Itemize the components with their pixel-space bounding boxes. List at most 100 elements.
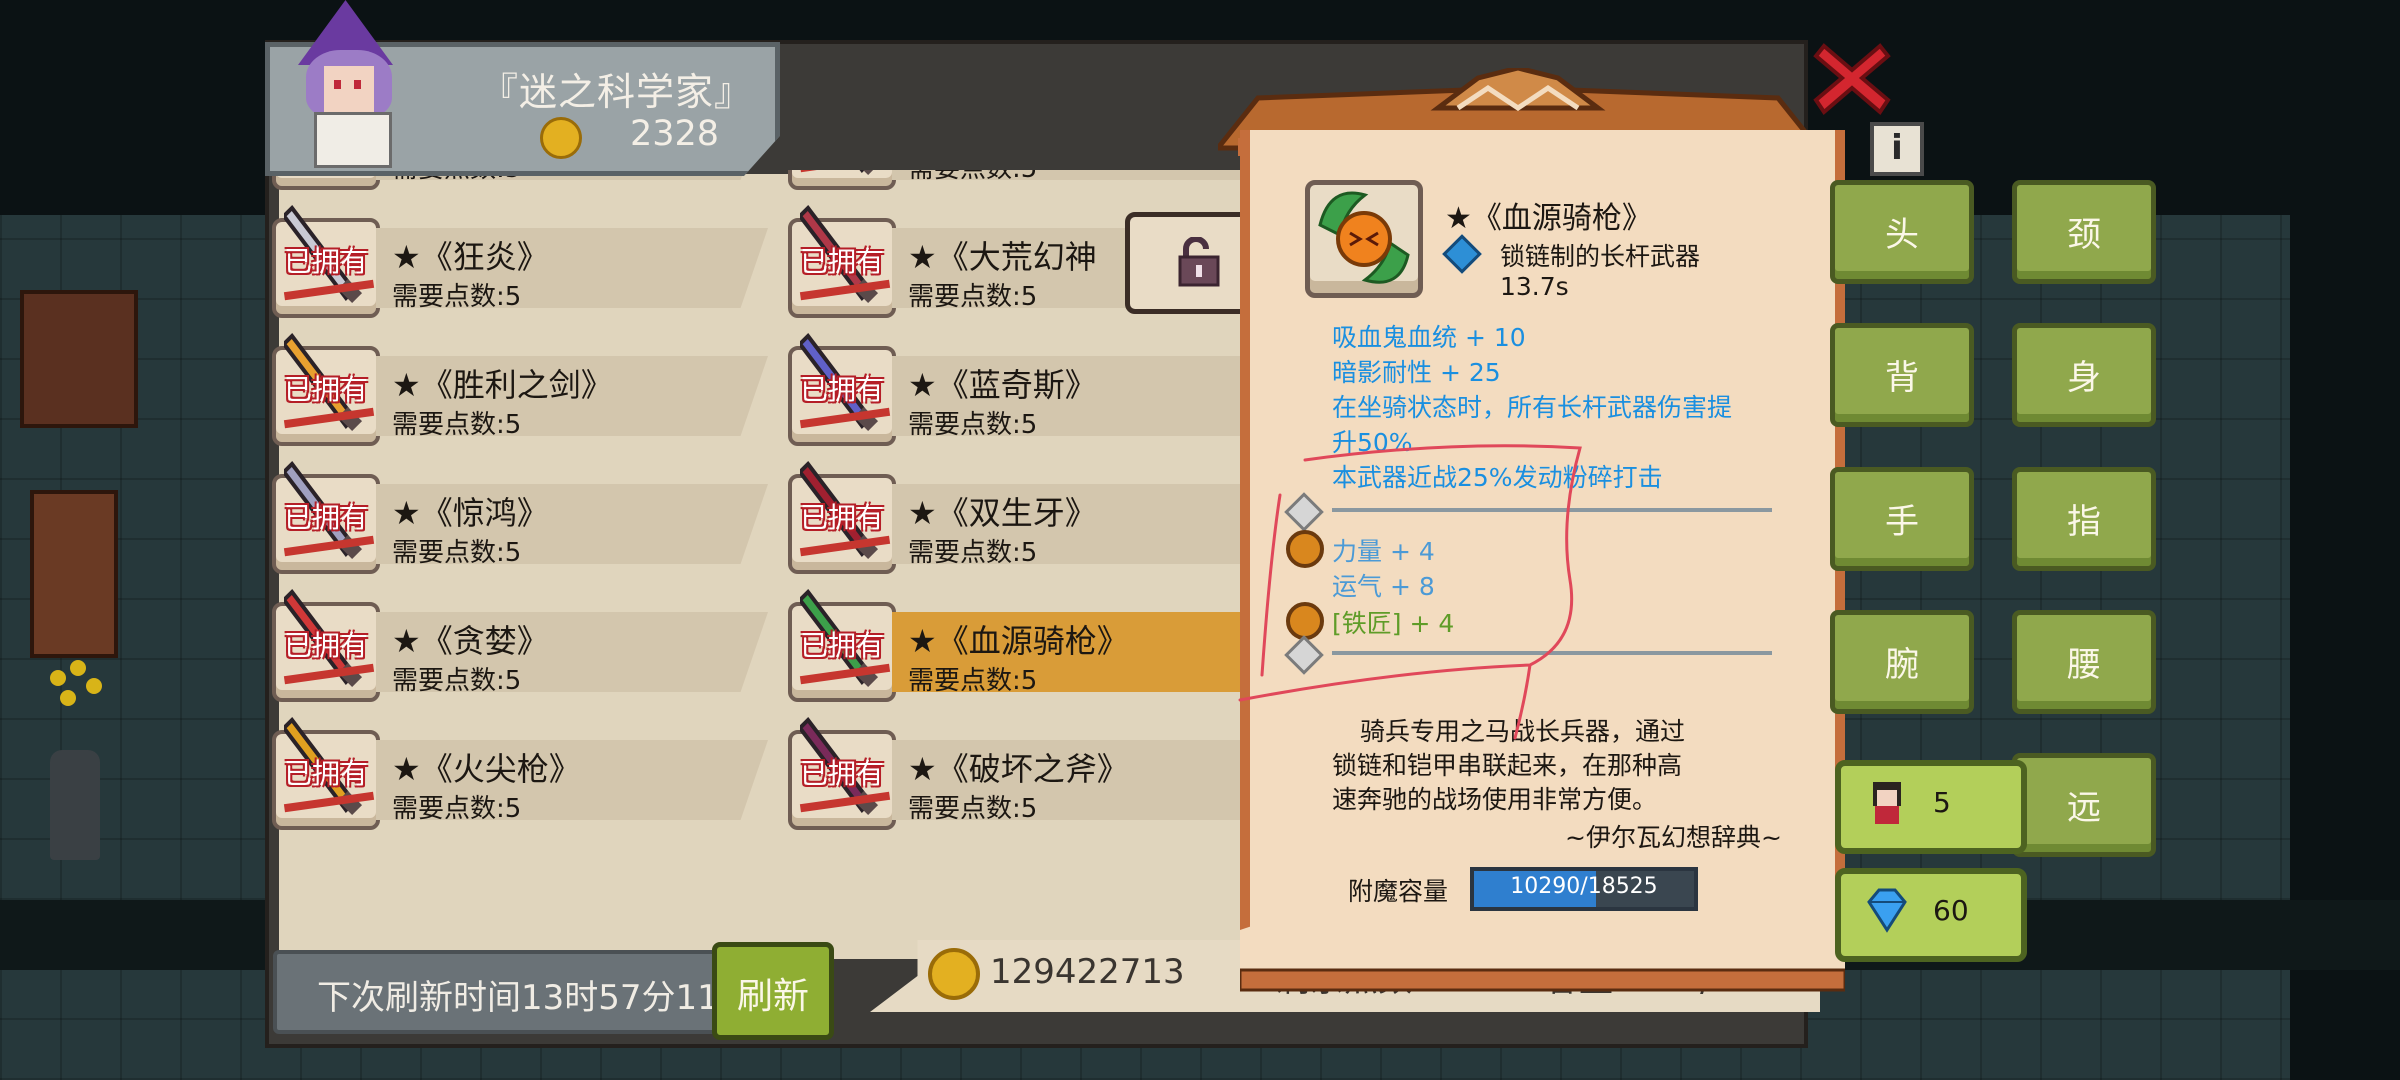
refresh-timer: 下次刷新时间13时57分11 (273, 950, 736, 1034)
refresh-timer-text: 下次刷新时间13时57分11 (317, 978, 719, 1018)
slot-back[interactable]: 背 (1830, 323, 1974, 427)
character-counter[interactable]: 5 (1835, 760, 2027, 854)
slot-label: 远 (2067, 788, 2101, 828)
shop-item[interactable]: 已拥有 ★《血源骑枪》需要点数:5 (788, 576, 1288, 702)
enchant-capacity-bar: 10290/18525 (1470, 867, 1698, 911)
owned-badge: 已拥有 (799, 245, 884, 278)
owned-badge: 已拥有 (799, 501, 884, 534)
character-count: 5 (1933, 786, 1951, 819)
coin-icon (928, 948, 980, 1000)
slot-label: 身 (2067, 358, 2101, 398)
detail-effect: 升50% (1332, 428, 1413, 457)
enchant-capacity-value: 10290/18525 (1510, 874, 1658, 899)
item-name: ★《血源骑枪》 (908, 622, 1129, 660)
slot-finger[interactable]: 指 (2012, 467, 2156, 571)
background-chair (30, 490, 118, 658)
gem-count: 60 (1933, 894, 1969, 927)
slot-wrist[interactable]: 腕 (1830, 610, 1974, 714)
player-name: 『迷之科学家』 (480, 70, 754, 114)
shop-item[interactable]: 已拥有 ★《破坏之斧》需要点数:5 (788, 704, 1288, 830)
owned-badge: 已拥有 (799, 629, 884, 662)
item-name: ★《大荒幻神 (908, 238, 1097, 276)
character-icon (1873, 782, 1901, 824)
item-cost: 需要点数:5 (392, 538, 522, 568)
detail-divider (1332, 508, 1772, 512)
item-cost: 需要点数:5 (908, 282, 1038, 312)
item-name: ★《破坏之斧》 (908, 750, 1129, 788)
refresh-button[interactable]: 刷新 (712, 942, 834, 1040)
detail-effect: 吸血鬼血统 + 10 (1332, 323, 1526, 352)
item-cost: 需要点数:5 (392, 666, 522, 696)
close-icon[interactable] (1812, 38, 1892, 118)
shop-item[interactable]: 已拥有 ★《贪婪》需要点数:5 (272, 576, 772, 702)
info-icon: i (1891, 128, 1903, 168)
shop-item[interactable]: 已拥有 ★《火尖枪》需要点数:5 (272, 704, 772, 830)
item-name: ★《惊鸿》 (392, 494, 549, 532)
item-cost: 需要点数:5 (392, 410, 522, 440)
detail-weapon-icon (1305, 180, 1423, 298)
info-button[interactable]: i (1870, 122, 1924, 176)
detail-divider (1332, 651, 1772, 655)
unlock-icon (1178, 237, 1220, 287)
detail-attack-speed: 13.7s (1500, 272, 1569, 301)
shop-item[interactable]: 已拥有 ★《胜利之剑》需要点数:5 (272, 320, 772, 446)
item-cost: 需要点数:5 (908, 794, 1038, 824)
coin-icon (540, 117, 582, 159)
owned-badge: 已拥有 (283, 245, 368, 278)
background-cabinet (20, 290, 138, 428)
item-name: ★《蓝奇斯》 (908, 366, 1097, 404)
detail-source: ~伊尔瓦幻想辞典~ (1565, 823, 1782, 852)
slot-label: 背 (1885, 358, 1919, 398)
owned-badge: 已拥有 (283, 757, 368, 790)
detail-stat: 力量 + 4 (1332, 537, 1435, 566)
total-coins: 129422713 (990, 952, 1185, 992)
slot-waist[interactable]: 腰 (2012, 610, 2156, 714)
slot-neck[interactable]: 颈 (2012, 180, 2156, 284)
gem-counter[interactable]: 60 (1835, 868, 2027, 962)
game-scene: 需要点数:5 需要点数:5 已拥有 ★《狂炎》需要点数:5 已拥有 ★《大荒幻神需要点数:… (0, 0, 2400, 1080)
item-cost: 需要点数:5 (392, 282, 522, 312)
slot-ranged[interactable]: 远 (2012, 753, 2156, 857)
slot-label: 头 (1885, 215, 1919, 255)
item-name: ★《双生牙》 (908, 494, 1097, 532)
player-avatar (288, 0, 418, 168)
owned-badge: 已拥有 (799, 757, 884, 790)
item-cost: 需要点数:5 (908, 410, 1038, 440)
detail-item-type: 锁链制的长杆武器 (1500, 242, 1701, 271)
slot-head[interactable]: 头 (1830, 180, 1974, 284)
slot-body[interactable]: 身 (2012, 323, 2156, 427)
detail-effect: 本武器近战25%发动粉碎打击 (1332, 463, 1663, 492)
item-name: ★《火尖枪》 (392, 750, 581, 788)
player-coins: 2328 (630, 114, 720, 154)
detail-stat: 运气 + 8 (1332, 572, 1435, 601)
refresh-button-label: 刷新 (736, 976, 809, 1017)
slot-label: 腕 (1885, 645, 1919, 685)
scroll-bottom-ornament (1240, 920, 1845, 992)
detail-effect: 暗影耐性 + 25 (1332, 358, 1501, 387)
enchant-gear-icon (1286, 602, 1324, 640)
owned-badge: 已拥有 (283, 373, 368, 406)
item-name: ★《狂炎》 (392, 238, 549, 276)
slot-label: 指 (2067, 502, 2101, 542)
item-cost: 需要点数:5 (908, 538, 1038, 568)
slot-label: 手 (1885, 502, 1919, 542)
detail-effect: 在坐骑状态时，所有长杆武器伤害提 (1332, 393, 1733, 422)
item-cost: 需要点数:5 (908, 666, 1038, 696)
slot-hand[interactable]: 手 (1830, 467, 1974, 571)
item-cost: 需要点数:5 (392, 794, 522, 824)
shop-item[interactable]: 已拥有 ★《惊鸿》 需要点数:5 (272, 448, 772, 574)
item-name: ★《贪婪》 (392, 622, 549, 660)
enchant-gear-icon (1286, 530, 1324, 568)
item-name: ★《胜利之剑》 (392, 366, 613, 404)
detail-stat-special: [铁匠] + 4 (1332, 609, 1455, 638)
slot-label: 腰 (2067, 645, 2101, 685)
owned-badge: 已拥有 (283, 629, 368, 662)
detail-item-name: ★《血源骑枪》 (1445, 201, 1652, 236)
detail-description: 锁链和铠甲串联起来，在那种高 (1332, 751, 1683, 780)
detail-description: 速奔驰的战场使用非常方便。 (1332, 785, 1658, 814)
shop-item[interactable]: 已拥有 ★《双生牙》需要点数:5 (788, 448, 1288, 574)
shop-item[interactable]: 已拥有 ★《蓝奇斯》 需要点数:5 (788, 320, 1288, 446)
enchant-capacity-label: 附魔容量 (1348, 877, 1449, 906)
diamond-icon (1867, 888, 1907, 933)
shop-item[interactable]: 已拥有 ★《狂炎》需要点数:5 (272, 192, 772, 318)
